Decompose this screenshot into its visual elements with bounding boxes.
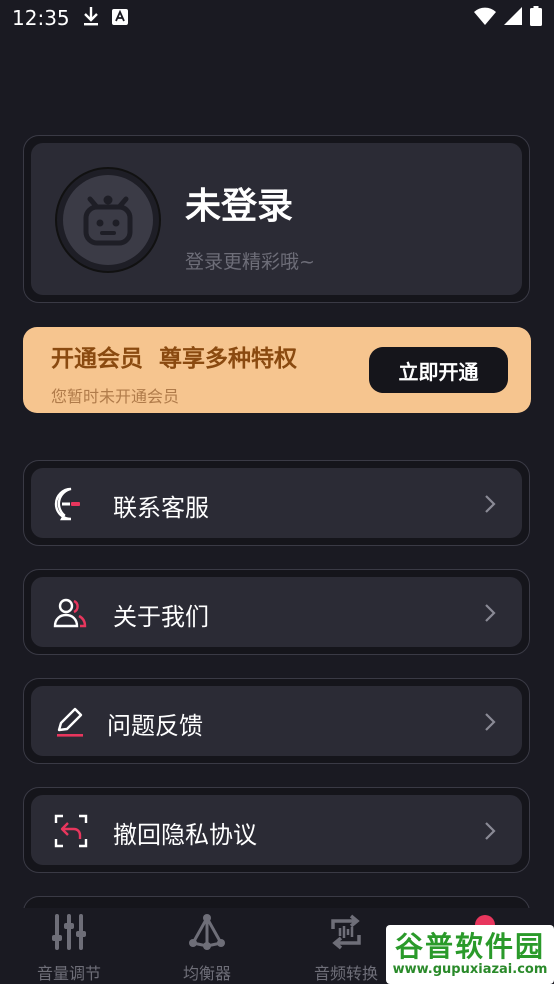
- chevron-right-icon: [485, 495, 496, 513]
- nav-tab-audio-convert[interactable]: 音频转换: [291, 908, 401, 984]
- vip-subtitle: 您暂时未开通会员: [51, 387, 180, 406]
- menu-item-about-us[interactable]: 关于我们: [23, 569, 530, 655]
- signal-icon: [504, 7, 522, 29]
- profile-card-inner: 未登录 登录更精彩哦~: [31, 143, 522, 295]
- login-prompt: 登录更精彩哦~: [185, 251, 315, 273]
- profile-card[interactable]: 未登录 登录更精彩哦~: [23, 135, 530, 303]
- app-notification-icon: [111, 6, 128, 30]
- status-time: 12:35: [12, 6, 70, 30]
- menu-item-revoke-privacy[interactable]: 撤回隐私协议: [23, 787, 530, 873]
- watermark-logo: 谷普软件园 www.gupuxiazai.com: [386, 925, 554, 984]
- edit-icon: [53, 704, 89, 740]
- nav-label: 音量调节: [36, 964, 101, 983]
- chevron-right-icon: [485, 604, 496, 622]
- activate-vip-button[interactable]: 立即开通: [369, 347, 508, 393]
- users-icon: [53, 595, 89, 631]
- avatar[interactable]: [55, 167, 161, 273]
- download-icon: [82, 6, 100, 31]
- login-status-title[interactable]: 未登录: [185, 177, 293, 229]
- robot-avatar-icon: [83, 195, 133, 246]
- equalizer-icon: [187, 912, 227, 952]
- chevron-right-icon: [485, 713, 496, 731]
- status-bar: 12:35: [0, 0, 554, 36]
- wifi-icon: [474, 7, 496, 29]
- menu-label: 问题反馈: [107, 712, 203, 740]
- vip-banner[interactable]: 开通会员 尊享多种特权 您暂时未开通会员 立即开通: [23, 327, 531, 413]
- vip-title: 开通会员 尊享多种特权: [51, 346, 298, 372]
- chevron-right-icon: [485, 822, 496, 840]
- menu-item-feedback[interactable]: 问题反馈: [23, 678, 530, 764]
- nav-tab-equalizer[interactable]: 均衡器: [152, 908, 262, 984]
- revoke-icon: [53, 813, 89, 849]
- menu-label: 关于我们: [113, 603, 209, 631]
- battery-icon: [530, 6, 542, 30]
- watermark-url: www.gupuxiazai.com: [392, 961, 548, 977]
- menu-label: 撤回隐私协议: [113, 821, 257, 849]
- chat-icon: [53, 486, 89, 522]
- nav-label: 均衡器: [182, 964, 231, 983]
- nav-label: 音频转换: [313, 964, 378, 983]
- menu-label: 联系客服: [113, 494, 209, 522]
- convert-icon: [326, 912, 366, 952]
- menu-item-contact-support[interactable]: 联系客服: [23, 460, 530, 546]
- watermark-main: 谷普软件园: [394, 929, 545, 963]
- nav-tab-volume[interactable]: 音量调节: [14, 908, 124, 984]
- sliders-icon: [49, 912, 89, 952]
